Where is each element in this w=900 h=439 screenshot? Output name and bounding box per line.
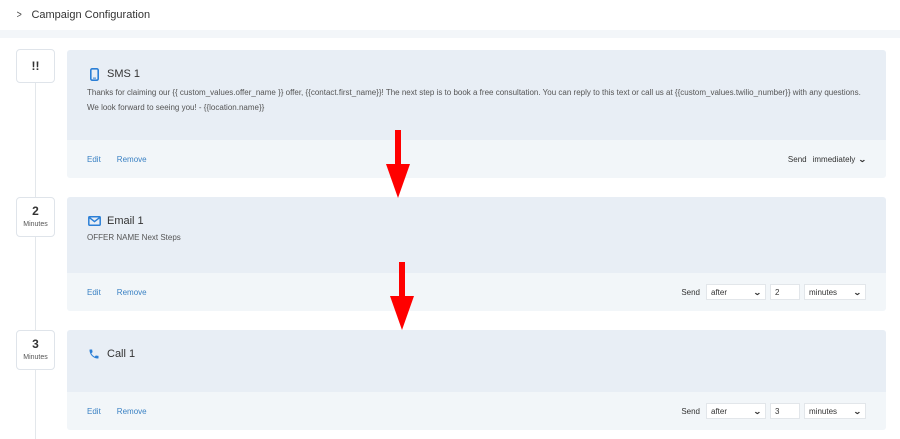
delay-amount-input[interactable]: 2 <box>770 284 800 300</box>
mobile-phone-icon <box>87 67 101 81</box>
step-card-email: Email 1 OFFER NAME Next Steps Edit Remov… <box>67 197 886 311</box>
step-card-body: Call 1 <box>67 330 886 392</box>
chevron-down-icon: ⌄ <box>858 154 868 164</box>
delay-unit-select[interactable]: minutes ⌄ <box>804 403 866 419</box>
remove-link[interactable]: Remove <box>117 288 147 297</box>
remove-link[interactable]: Remove <box>117 155 147 164</box>
envelope-icon <box>87 214 101 228</box>
delay-unit-value: minutes <box>809 287 838 297</box>
header-divider <box>0 30 900 38</box>
delay-unit-value: minutes <box>809 406 838 416</box>
delay-value: 2 <box>32 204 39 218</box>
chevron-down-icon: ⌄ <box>753 287 763 297</box>
send-when-value: immediately <box>812 154 856 164</box>
edit-link[interactable]: Edit <box>87 155 101 164</box>
page-title: Campaign Configuration <box>31 9 151 21</box>
step-title: Call 1 <box>107 348 136 360</box>
send-label: Send <box>681 406 700 416</box>
chevron-down-icon: ⌄ <box>853 406 863 416</box>
send-timing: Send immediately ⌄ <box>787 151 868 167</box>
send-when-select[interactable]: after ⌄ <box>706 284 766 300</box>
step-title: SMS 1 <box>107 68 141 80</box>
delay-value: !! <box>31 59 40 73</box>
step-card-body: SMS 1 Thanks for claiming our {{ custom_… <box>67 50 886 140</box>
edit-link[interactable]: Edit <box>87 288 101 297</box>
send-when-value: after <box>711 406 728 416</box>
step-card-footer: Edit Remove Send immediately ⌄ <box>67 140 886 178</box>
remove-link[interactable]: Remove <box>117 407 147 416</box>
edit-link[interactable]: Edit <box>87 407 101 416</box>
step-message-text: Thanks for claiming our {{ custom_values… <box>87 88 861 112</box>
send-when-select[interactable]: after ⌄ <box>706 403 766 419</box>
phone-icon <box>87 347 101 361</box>
send-when-value: after <box>711 287 728 297</box>
delay-unit: Minutes <box>23 221 48 228</box>
send-label: Send <box>787 154 807 164</box>
step-card-sms: SMS 1 Thanks for claiming our {{ custom_… <box>67 50 886 178</box>
step-delay-badge: !! <box>16 49 55 83</box>
step-card-footer: Edit Remove Send after ⌄ 2 minutes ⌄ <box>67 273 886 311</box>
step-delay-badge: 2 Minutes <box>16 197 55 237</box>
delay-unit: Minutes <box>23 354 48 361</box>
send-when-select[interactable]: immediately ⌄ <box>812 151 868 167</box>
chevron-down-icon: ⌄ <box>753 406 763 416</box>
send-timing: Send after ⌄ 2 minutes ⌄ <box>681 284 866 300</box>
timeline-line <box>35 82 36 439</box>
send-label: Send <box>681 287 700 297</box>
step-delay-badge: 3 Minutes <box>16 330 55 370</box>
chevron-right-icon[interactable]: > <box>17 9 22 21</box>
step-subject-text: OFFER NAME Next Steps <box>87 233 181 242</box>
step-card-body: Email 1 OFFER NAME Next Steps <box>67 197 886 273</box>
step-title: Email 1 <box>107 215 144 227</box>
annotation-arrow-down <box>386 130 410 198</box>
campaign-configuration-header[interactable]: > Campaign Configuration <box>0 0 900 30</box>
delay-unit-select[interactable]: minutes ⌄ <box>804 284 866 300</box>
chevron-down-icon: ⌄ <box>853 287 863 297</box>
step-card-footer: Edit Remove Send after ⌄ 3 minutes ⌄ <box>67 392 886 430</box>
send-timing: Send after ⌄ 3 minutes ⌄ <box>681 403 866 419</box>
delay-amount-input[interactable]: 3 <box>770 403 800 419</box>
annotation-arrow-down <box>390 262 414 330</box>
delay-value: 3 <box>32 337 39 351</box>
step-card-call: Call 1 Edit Remove Send after ⌄ 3 minute… <box>67 330 886 430</box>
